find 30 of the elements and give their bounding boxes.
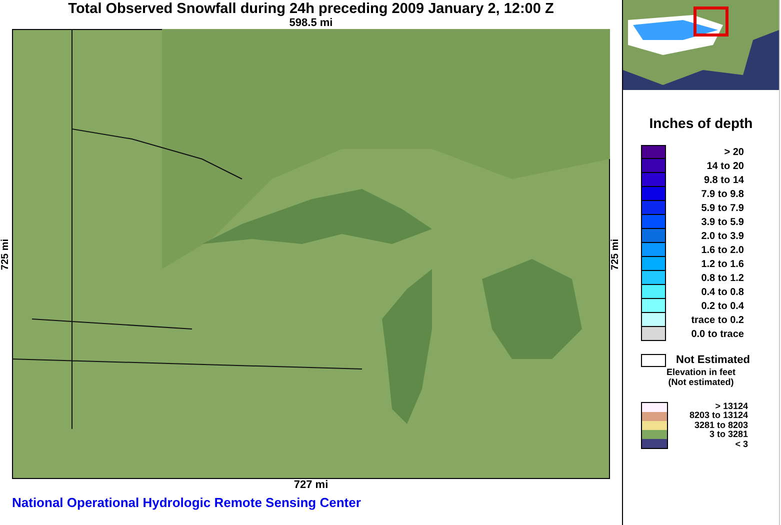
legend-label: 1.6 to 2.0 xyxy=(700,244,744,256)
legend-label: 5.9 to 7.9 xyxy=(700,202,744,214)
legend-label: 1.2 to 1.6 xyxy=(700,258,744,270)
legend-title: Inches of depth xyxy=(649,115,753,131)
scale-label: 725 mi xyxy=(0,238,12,270)
legend-label: Not Estimated xyxy=(676,354,750,366)
legend-label: > 20 xyxy=(723,146,744,158)
legend-label: 3 to 3281 xyxy=(709,430,748,440)
legend-label: 0.0 to trace xyxy=(690,328,744,340)
legend-label: 14 to 20 xyxy=(706,160,744,172)
scale-label: 725 mi xyxy=(610,238,622,270)
legend-label: 0.4 to 0.8 xyxy=(700,286,744,298)
legend-label: 8203 to 13124 xyxy=(689,411,748,421)
chart-title: Total Observed Snowfall during 24h preceding 2009 January 2, 12:00 Z xyxy=(68,1,554,17)
legend-label: trace to 0.2 xyxy=(690,314,744,326)
legend-label: < 3 xyxy=(735,440,748,450)
legend-label: 7.9 to 9.8 xyxy=(700,188,744,200)
legend-label: 9.8 to 14 xyxy=(702,174,744,186)
footer-credit: National Operational Hydrologic Remote Sensing Center xyxy=(12,495,361,510)
legend-label: 3.9 to 5.9 xyxy=(700,216,744,228)
legend-title: Elevation in feet xyxy=(666,367,736,377)
legend-label: 2.0 to 3.9 xyxy=(700,230,744,242)
legend-label: 0.2 to 0.4 xyxy=(700,300,744,312)
scale-label: 598.5 mi xyxy=(289,17,333,29)
legend-swatch xyxy=(641,354,666,366)
legend-subtitle: (Not estimated) xyxy=(668,377,734,387)
legend-label: 0.8 to 1.2 xyxy=(700,272,744,284)
legend-label: 3281 to 8203 xyxy=(694,420,748,430)
legend-label: > 13124 xyxy=(715,402,748,412)
scale-label: 727 mi xyxy=(294,479,328,491)
